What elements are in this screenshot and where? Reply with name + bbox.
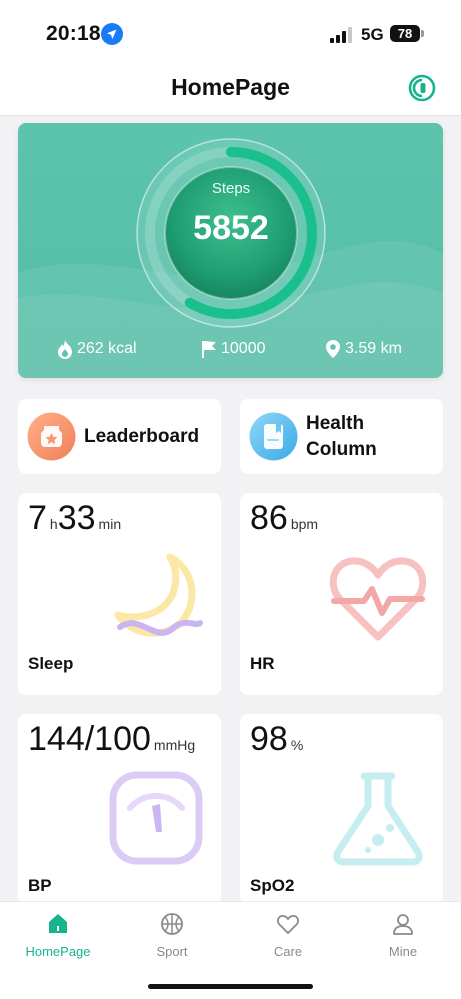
distance-value: 3.59 km [345,340,402,357]
heart-icon [277,915,299,934]
sleep-name: Sleep [28,654,74,673]
spo2-card[interactable]: 98% SpO2 [240,714,443,904]
bp-unit: mmHg [153,737,196,753]
home-indicator [148,984,313,989]
spo2-name: SpO2 [250,876,295,895]
health-column-card[interactable]: Health Column [240,399,443,474]
hr-name: HR [250,654,275,673]
status-bar: 20:18 5G 78 [0,0,461,64]
nav-bar: HomePage [0,64,461,116]
spo2-unit: % [290,737,304,753]
moon-icon [114,553,203,637]
heartbeat-icon [329,557,427,641]
battery-indicator: 78 [390,25,420,42]
tab-care-label: Care [273,944,303,959]
tab-homepage-label: HomePage [25,944,91,959]
leaderboard-card[interactable]: Leaderboard [18,399,221,474]
location-arrow-icon [101,23,123,45]
network-type: 5G [361,25,384,44]
steps-label: Steps [211,180,251,197]
leaderboard-label: Leaderboard [84,426,200,447]
sleep-hours-unit: h [49,516,58,532]
spo2-number: 98 [250,720,288,758]
tab-sport-label: Sport [156,944,188,959]
steps-card[interactable]: Steps 5852 262 kcal 10000 3.59 km [18,123,443,378]
heart-rate-card[interactable]: 86 bpm HR [240,493,443,695]
tab-care[interactable]: Care [238,912,338,959]
trophy-icon [27,412,76,461]
book-icon [249,412,298,461]
distance-stat: 3.59 km [324,339,402,359]
blood-pressure-card[interactable]: 144/100 mmHg BP [18,714,221,904]
hr-value: 86 bpm [250,499,318,538]
tab-sport[interactable]: Sport [122,912,222,959]
location-pin-icon [326,340,340,358]
hr-unit: bpm [290,516,319,532]
gauge-icon [109,771,203,865]
sleep-minutes: 33 [57,499,96,537]
hr-number: 86 [250,499,288,537]
health-column-label: Health Column [306,413,377,460]
bp-value: 144/100 mmHg [28,720,195,759]
tab-mine[interactable]: Mine [353,912,453,959]
sleep-minutes-unit: min [98,516,122,532]
sleep-card[interactable]: 7 h33 min Sleep [18,493,221,695]
page-title: HomePage [171,74,290,100]
goal-stat: 10000 [200,339,266,359]
sleep-hours: 7 [28,499,47,537]
ball-icon [161,913,183,935]
status-time: 20:18 [46,22,101,45]
calories-stat: 262 kcal [56,339,137,359]
calories-value: 262 kcal [77,340,137,357]
steps-value: 5852 [193,209,269,247]
tab-mine-label: Mine [388,944,418,959]
person-icon [393,914,413,935]
bp-number: 144/100 [28,720,151,758]
tab-homepage[interactable]: HomePage [8,912,108,959]
battery-tip [421,30,424,37]
spo2-value: 98% [250,720,303,759]
flag-icon [202,341,216,358]
goal-value: 10000 [221,340,266,357]
flask-icon [333,772,423,866]
sleep-value: 7 h33 min [28,499,121,538]
cellular-signal-icon [330,27,352,43]
home-icon [49,914,67,933]
watch-connect-icon[interactable] [408,74,436,102]
flame-icon [58,340,72,359]
bp-name: BP [28,876,52,895]
